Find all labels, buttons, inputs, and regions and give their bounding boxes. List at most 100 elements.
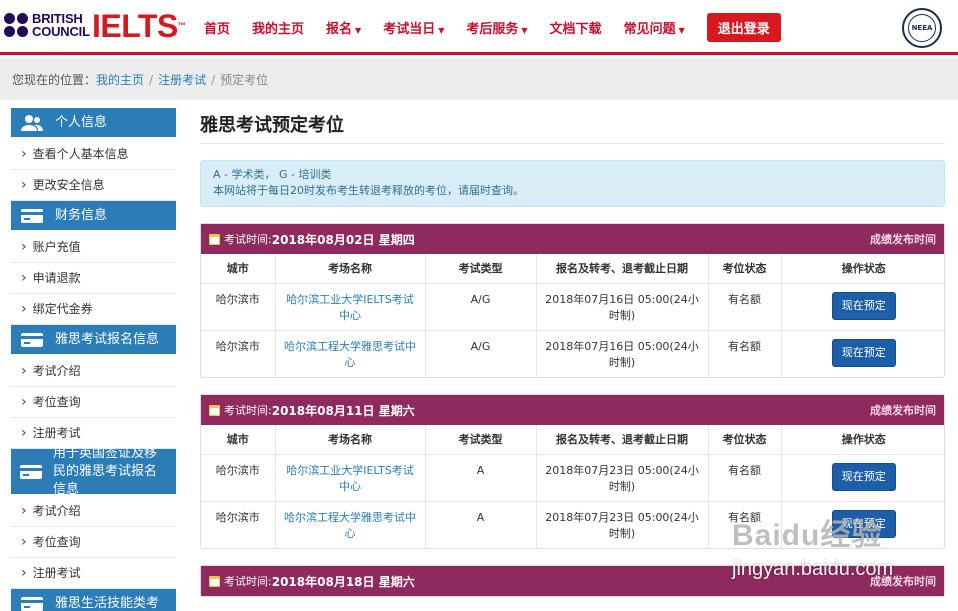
result-release-link[interactable]: 成绩发布时间 (870, 231, 936, 247)
sidebar-item-2-0[interactable]: › 考试介绍 (11, 356, 176, 387)
info-line-release-notice: 本网站将于每日20时发布考生转退考释放的考位，请届时查询。 (213, 184, 524, 197)
venue-link[interactable]: 哈尔滨工业大学IELTS考试中心 (275, 454, 426, 502)
sidebar: 个人信息 › 查看个人基本信息 › 更改安全信息 财务信息 › 账户充值 › 申请退款 › 绑定代金券… (11, 108, 176, 611)
sidebar-item-3-0[interactable]: › 考试介绍 (11, 496, 176, 527)
sidebar-item-1-1[interactable]: › 申请退款 (11, 263, 176, 294)
venue-link[interactable]: 哈尔滨工程大学雅思考试中心 (275, 330, 426, 377)
nav-item-5[interactable]: 文档下载 (550, 18, 602, 37)
nav-item-label: 常见问题 (623, 21, 676, 37)
sidebar-item-label: 注册考试 (32, 426, 81, 440)
sidebar-section-4[interactable]: 雅思生活技能类考 (11, 589, 176, 611)
exam-date: 2018年08月11日 星期六 (271, 403, 415, 418)
deadline-cell: 2018年07月16日 05:00(24小时制) (536, 330, 709, 377)
nav-item-0[interactable]: 首页 (204, 18, 230, 37)
caret-down-icon: ▼ (355, 25, 362, 35)
card-icon (19, 595, 45, 611)
calendar-icon (209, 575, 220, 587)
exam-date-label: 考试时间: 2018年08月02日 星期四 (209, 231, 415, 248)
sidebar-item-3-2[interactable]: › 注册考试 (11, 558, 176, 589)
sidebar-item-2-1[interactable]: › 考位查询 (11, 387, 176, 418)
sidebar-section-title: 财务信息 (55, 207, 108, 223)
test-type-cell: A (425, 501, 537, 548)
test-type-cell: A (425, 454, 537, 502)
action-cell: 现在预定 (781, 283, 946, 331)
exam-date: 2018年08月18日 星期六 (271, 574, 415, 589)
calendar-icon (209, 233, 220, 245)
caret-down-icon: ▼ (678, 25, 685, 35)
nav-item-4[interactable]: 考后服务 ▼ (466, 18, 527, 37)
breadcrumb: 您现在的位置：我的主页 / 注册考试 / 预定考位 (0, 58, 958, 100)
sidebar-item-label: 账户充值 (32, 240, 81, 254)
ielts-logo[interactable]: IELTS™ (92, 8, 186, 44)
chevron-right-icon: › (21, 363, 27, 379)
chevron-right-icon: › (21, 177, 27, 193)
book-now-button[interactable]: 现在预定 (831, 291, 896, 320)
test-type-cell: A/G (425, 330, 537, 377)
table-row: 哈尔滨市 哈尔滨工业大学IELTS考试中心 A 2018年07月23日 05:00(2… (201, 454, 946, 502)
sidebar-section-1[interactable]: 财务信息 (11, 201, 176, 230)
exam-date-label: 考试时间: 2018年08月18日 星期六 (209, 573, 415, 590)
seat-status-cell: 有名额 (708, 283, 782, 331)
chevron-right-icon: › (21, 425, 27, 441)
deadline-cell: 2018年07月23日 05:00(24小时制) (536, 501, 709, 548)
column-header: 考位状态 (708, 254, 782, 284)
sidebar-section-title: 雅思生活技能类考 (55, 595, 160, 611)
nav-item-1[interactable]: 我的主页 (252, 18, 304, 37)
venue-link[interactable]: 哈尔滨工程大学雅思考试中心 (275, 501, 426, 548)
baidu-watermark: Baidu经验 jingyan.baidu.com (732, 510, 932, 595)
result-release-link[interactable]: 成绩发布时间 (870, 402, 936, 418)
nav-item-label: 考后服务 (466, 21, 519, 37)
chevron-right-icon: › (21, 270, 27, 286)
nav-item-6[interactable]: 常见问题 ▼ (624, 18, 685, 37)
sidebar-section-0[interactable]: 个人信息 (11, 108, 176, 137)
logout-button[interactable]: 退出登录 (706, 12, 781, 42)
city-cell: 哈尔滨市 (201, 330, 276, 377)
venue-table: 城市 考场名称 考试类型 报名及转考、退考截止日期 考位状态 操作状态 哈尔滨市 哈尔滨工业大… (201, 254, 946, 377)
sidebar-section-2[interactable]: 雅思考试报名信息 (11, 325, 176, 354)
sidebar-item-1-2[interactable]: › 绑定代金券 (11, 294, 176, 325)
baidu-jingyan-url: jingyan.baidu.com (732, 558, 894, 580)
column-header: 考场名称 (275, 254, 426, 284)
card-icon (19, 331, 45, 349)
venue-link[interactable]: 哈尔滨工业大学IELTS考试中心 (275, 283, 426, 331)
sidebar-item-3-1[interactable]: › 考位查询 (11, 527, 176, 558)
nav-item-3[interactable]: 考试当日 ▼ (383, 18, 444, 37)
neea-seal-logo: NEEA (902, 8, 942, 48)
exam-date-label: 考试时间: 2018年08月11日 星期六 (209, 402, 415, 419)
chevron-right-icon: › (21, 503, 27, 519)
british-council-logo[interactable]: BRITISH COUNCIL (4, 12, 90, 38)
city-cell: 哈尔滨市 (201, 501, 276, 548)
exam-date-prefix: 考试时间: (224, 404, 272, 417)
info-alert: A - 学术类， G - 培训类 本网站将于每日20时发布考生转退考释放的考位，… (200, 160, 945, 207)
sidebar-item-label: 申请退款 (32, 271, 81, 285)
breadcrumb-section[interactable]: 注册考试 (158, 73, 206, 87)
sidebar-item-1-0[interactable]: › 账户充值 (11, 232, 176, 263)
breadcrumb-home[interactable]: 我的主页 (96, 73, 144, 87)
chevron-right-icon: › (21, 534, 27, 550)
user-icon (19, 114, 45, 132)
breadcrumb-current: 预定考位 (220, 73, 269, 87)
column-header: 报名及转考、退考截止日期 (536, 425, 709, 455)
sidebar-item-label: 查看个人基本信息 (32, 147, 129, 161)
british-council-dots-icon (4, 13, 28, 37)
test-type-cell: A/G (425, 283, 537, 331)
british-council-wordmark: BRITISH COUNCIL (32, 11, 90, 39)
sidebar-section-title: 个人信息 (55, 114, 108, 130)
sidebar-item-0-1[interactable]: › 更改安全信息 (11, 170, 176, 201)
sidebar-item-0-0[interactable]: › 查看个人基本信息 (11, 139, 176, 170)
book-now-button[interactable]: 现在预定 (831, 462, 896, 491)
sidebar-section-title: 雅思考试报名信息 (55, 331, 160, 347)
chevron-right-icon: › (21, 394, 27, 410)
nav-item-label: 文档下载 (549, 21, 602, 37)
deadline-cell: 2018年07月23日 05:00(24小时制) (536, 454, 709, 502)
sidebar-section-title: 用于英国签证及移民的雅思考试报名信息 (53, 445, 158, 497)
sidebar-section-3[interactable]: 用于英国签证及移民的雅思考试报名信息 (11, 446, 176, 497)
book-now-button[interactable]: 现在预定 (831, 338, 896, 367)
exam-date-header: 考试时间: 2018年08月11日 星期六 成绩发布时间 (201, 395, 944, 425)
site-header: BRITISH COUNCIL IELTS™ 首页 我的主页 报名 ▼ 考试当日 ▼ 考后服… (0, 0, 958, 55)
chevron-right-icon: › (21, 146, 27, 162)
nav-item-2[interactable]: 报名 ▼ (326, 18, 361, 37)
nav-item-label: 首页 (204, 21, 231, 37)
city-cell: 哈尔滨市 (201, 283, 276, 331)
sidebar-item-label: 考试介绍 (32, 504, 81, 518)
